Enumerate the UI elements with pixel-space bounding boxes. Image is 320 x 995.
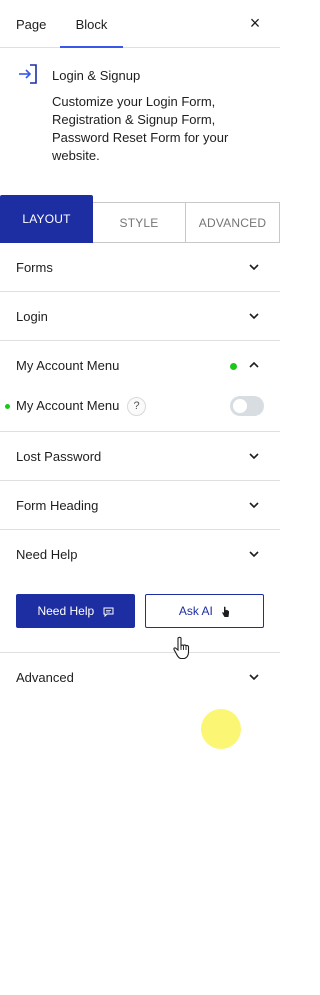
pointer-hand-icon [222,606,230,617]
panel-login-label: Login [16,309,48,324]
panel-my-account-menu-label: My Account Menu [16,358,120,373]
panel-lost-password[interactable]: Lost Password [0,432,280,481]
tab-page[interactable]: Page [16,0,46,48]
tab-layout[interactable]: LAYOUT [0,195,93,243]
tab-block[interactable]: Block [60,0,123,48]
hand-cursor-icon [173,636,190,660]
settings-tabs: LAYOUT STYLE ADVANCED [0,195,280,243]
chevron-down-icon [249,502,259,509]
close-icon[interactable]: × [244,12,266,34]
panel-form-heading[interactable]: Form Heading [0,481,280,530]
panel-advanced[interactable]: Advanced [0,653,280,702]
block-card: Login & Signup Customize your Login Form… [0,48,280,194]
login-icon [16,62,40,86]
panel-need-help[interactable]: Need Help [0,530,280,579]
panel-lost-password-label: Lost Password [16,449,102,464]
chevron-down-icon [249,551,259,558]
panel-need-help-label: Need Help [16,547,78,562]
help-icon[interactable]: ? [127,397,146,416]
need-help-button[interactable]: Need Help [16,594,135,628]
tab-advanced[interactable]: ADVANCED [186,202,280,243]
panel-form-heading-label: Form Heading [16,498,99,513]
ask-ai-button-label: Ask AI [178,604,213,618]
my-account-menu-toggle-row: My Account Menu ? [0,388,280,424]
sidebar-header-tabs: Page Block × [0,0,280,48]
toggle-knob [233,399,247,413]
chevron-down-icon [249,674,259,681]
chevron-down-icon [249,453,259,460]
chevron-up-icon [249,361,259,368]
chevron-down-icon [249,313,259,320]
panel-login[interactable]: Login [0,292,280,341]
chat-icon [103,607,114,617]
block-title: Login & Signup [52,68,141,83]
status-dot [230,363,237,370]
panel-my-account-menu[interactable]: My Account Menu [0,341,280,390]
panel-forms[interactable]: Forms [0,243,280,292]
status-dot [5,404,10,409]
tab-style[interactable]: STYLE [93,202,186,243]
ask-ai-button[interactable]: Ask AI [145,594,264,628]
panel-advanced-label: Advanced [16,670,74,685]
my-account-menu-toggle[interactable] [230,396,264,416]
my-account-menu-toggle-label: My Account Menu [16,398,120,413]
chevron-down-icon [249,264,259,271]
need-help-button-label: Need Help [37,604,95,618]
block-description: Customize your Login Form, Registration … [52,94,229,163]
panel-forms-label: Forms [16,260,53,275]
click-highlight [201,709,241,749]
